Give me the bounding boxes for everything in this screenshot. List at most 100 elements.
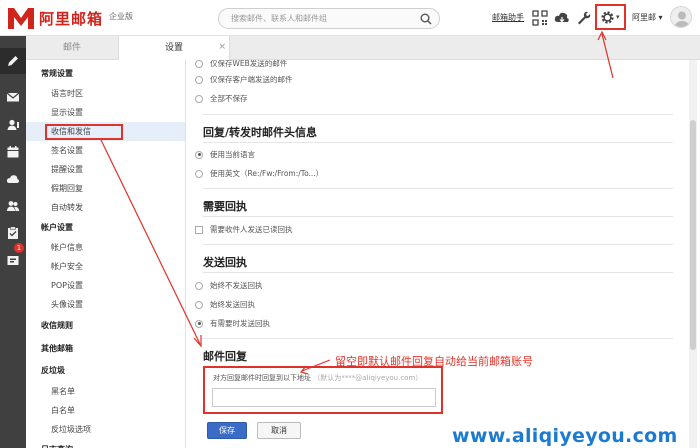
radio-button[interactable]	[195, 169, 203, 178]
option-label: 仅保存客户端发送的邮件	[210, 75, 293, 84]
tab-strip: 邮件 设置 ×	[26, 36, 700, 61]
group-icon[interactable]	[6, 199, 20, 213]
gear-icon[interactable]	[600, 10, 615, 25]
radio-button-selected[interactable]	[195, 150, 203, 159]
option-save-web[interactable]: 仅保存WEB发送的邮件	[195, 60, 287, 69]
mail-icon[interactable]	[6, 90, 20, 104]
option-label: 始终发送回执	[210, 300, 255, 309]
notification-icon[interactable]	[6, 253, 20, 267]
tab-settings[interactable]: 设置 ×	[118, 36, 230, 61]
nav-section-account[interactable]: 帐户设置	[26, 218, 185, 237]
pencil-icon[interactable]	[6, 54, 20, 68]
nav-item-pop[interactable]: POP设置	[26, 276, 185, 295]
user-menu[interactable]: 阿里邮 ▾	[632, 12, 663, 23]
divider	[203, 244, 673, 245]
chevron-down-icon: ▾	[658, 13, 663, 22]
calendar-icon[interactable]	[6, 145, 20, 159]
option-read-receipt[interactable]: 需要收件人发送已读回执	[195, 224, 293, 235]
nav-item-account-info[interactable]: 帐户信息	[26, 238, 185, 257]
reply-to-input[interactable]	[212, 388, 436, 407]
reply-to-label: 对方回复邮件时回复到以下地址 （默认为****@aliqiyeyou.com）	[213, 373, 422, 383]
divider	[203, 338, 673, 339]
cloud-icon[interactable]	[6, 172, 20, 186]
contact-icon[interactable]	[6, 118, 20, 132]
nav-item-send-receive[interactable]: 收信和发信	[26, 122, 185, 141]
nav-item-reminder[interactable]: 提醒设置	[26, 160, 185, 179]
radio-button[interactable]	[195, 300, 203, 309]
option-save-client[interactable]: 仅保存客户端发送的邮件	[195, 74, 293, 85]
scrollbar[interactable]	[689, 60, 697, 448]
option-label: 始终不发送回执	[210, 281, 263, 290]
option-label: 需要收件人发送已读回执	[210, 225, 293, 234]
option-save-none[interactable]: 全部不保存	[195, 93, 248, 104]
nav-section-general[interactable]: 常规设置	[26, 64, 185, 83]
nav-item-spam-options[interactable]: 反垃圾选项	[26, 420, 185, 439]
radio-button[interactable]	[195, 94, 203, 103]
nav-item-avatar[interactable]: 头像设置	[26, 295, 185, 314]
option-always-send[interactable]: 始终发送回执	[195, 299, 255, 310]
nav-item-language[interactable]: 语言时区	[26, 84, 185, 103]
watermark: www.aliqiyeyou.com	[452, 425, 678, 447]
search-icon[interactable]	[420, 13, 432, 25]
logo[interactable]: 阿里邮箱 企业版	[6, 5, 133, 31]
nav-item-blacklist[interactable]: 黑名单	[26, 382, 185, 401]
nav-section-more[interactable]: 日志查询	[26, 440, 185, 448]
option-label: 有需要时发送回执	[210, 319, 270, 328]
avatar[interactable]	[670, 6, 692, 28]
radio-button[interactable]	[195, 60, 203, 68]
cloud-download-icon[interactable]	[554, 10, 570, 26]
nav-item-signature[interactable]: 签名设置	[26, 141, 185, 160]
save-button[interactable]: 保存	[207, 422, 247, 439]
divider	[203, 114, 673, 115]
chevron-down-icon: ▾	[616, 13, 620, 21]
close-icon[interactable]: ×	[218, 36, 226, 58]
reply-to-hint: （默认为****@aliqiyeyou.com）	[313, 374, 423, 382]
option-ask-send[interactable]: 有需要时发送回执	[195, 318, 270, 329]
divider	[203, 188, 673, 189]
user-name: 阿里邮	[632, 13, 656, 22]
read-receipt-section: 需要回执	[203, 198, 673, 214]
settings-menu[interactable]: ▾	[595, 4, 626, 30]
edition-label: 企业版	[109, 11, 134, 21]
section-title: 发送回执	[203, 256, 247, 269]
tab-settings-label: 设置	[164, 43, 183, 53]
cancel-button[interactable]: 取消	[257, 422, 301, 439]
radio-button[interactable]	[195, 75, 203, 84]
nav-item-account-security[interactable]: 帐户安全	[26, 257, 185, 276]
wrench-icon[interactable]	[576, 10, 592, 26]
logo-text: 阿里邮箱	[39, 9, 104, 28]
nav-item-display[interactable]: 显示设置	[26, 103, 185, 122]
option-label: 使用英文（Re:/Fw:/From:/To...）	[210, 169, 324, 178]
left-rail: 1	[0, 36, 26, 448]
scroll-thumb[interactable]	[690, 120, 696, 350]
tab-mail[interactable]: 邮件	[26, 36, 118, 60]
option-current-language[interactable]: 使用当前语言	[195, 149, 255, 160]
nav-item-auto-forward[interactable]: 自动转发	[26, 198, 185, 217]
radio-button-selected[interactable]	[195, 319, 203, 328]
compose-button[interactable]	[0, 48, 26, 74]
reply-header-section: 回复/转发时邮件头信息	[203, 124, 673, 140]
divider	[203, 216, 673, 217]
user-avatar-icon	[674, 11, 690, 27]
search-placeholder[interactable]: 搜索邮件、联系人和邮件组	[231, 13, 327, 24]
section-title: 回复/转发时邮件头信息	[203, 126, 318, 139]
reply-to-label-text: 对方回复邮件时回复到以下地址	[213, 374, 311, 382]
highlight-box	[45, 124, 123, 140]
nav-section-rules[interactable]: 收信规则	[26, 316, 185, 335]
option-english[interactable]: 使用英文（Re:/Fw:/From:/To...）	[195, 168, 323, 179]
qr-code-icon[interactable]	[532, 10, 548, 26]
mail-logo-icon	[8, 8, 34, 29]
option-never-send[interactable]: 始终不发送回执	[195, 280, 263, 291]
search-box[interactable]: 搜索邮件、联系人和邮件组	[218, 8, 440, 29]
nav-item-whitelist[interactable]: 白名单	[26, 401, 185, 420]
radio-button[interactable]	[195, 281, 203, 290]
option-label: 全部不保存	[210, 94, 248, 103]
nav-section-spam[interactable]: 反垃圾	[26, 361, 185, 380]
nav-section-other-mailbox[interactable]: 其他邮箱	[26, 339, 185, 358]
settings-content: 仅保存WEB发送的邮件 仅保存客户端发送的邮件 全部不保存 回复/转发时邮件头信…	[187, 60, 687, 448]
mail-assistant-link[interactable]: 邮箱助手	[492, 12, 524, 23]
send-receipt-section: 发送回执	[203, 254, 673, 270]
task-icon[interactable]	[6, 226, 20, 240]
nav-item-vacation[interactable]: 假期回复	[26, 179, 185, 198]
checkbox[interactable]	[195, 225, 203, 234]
